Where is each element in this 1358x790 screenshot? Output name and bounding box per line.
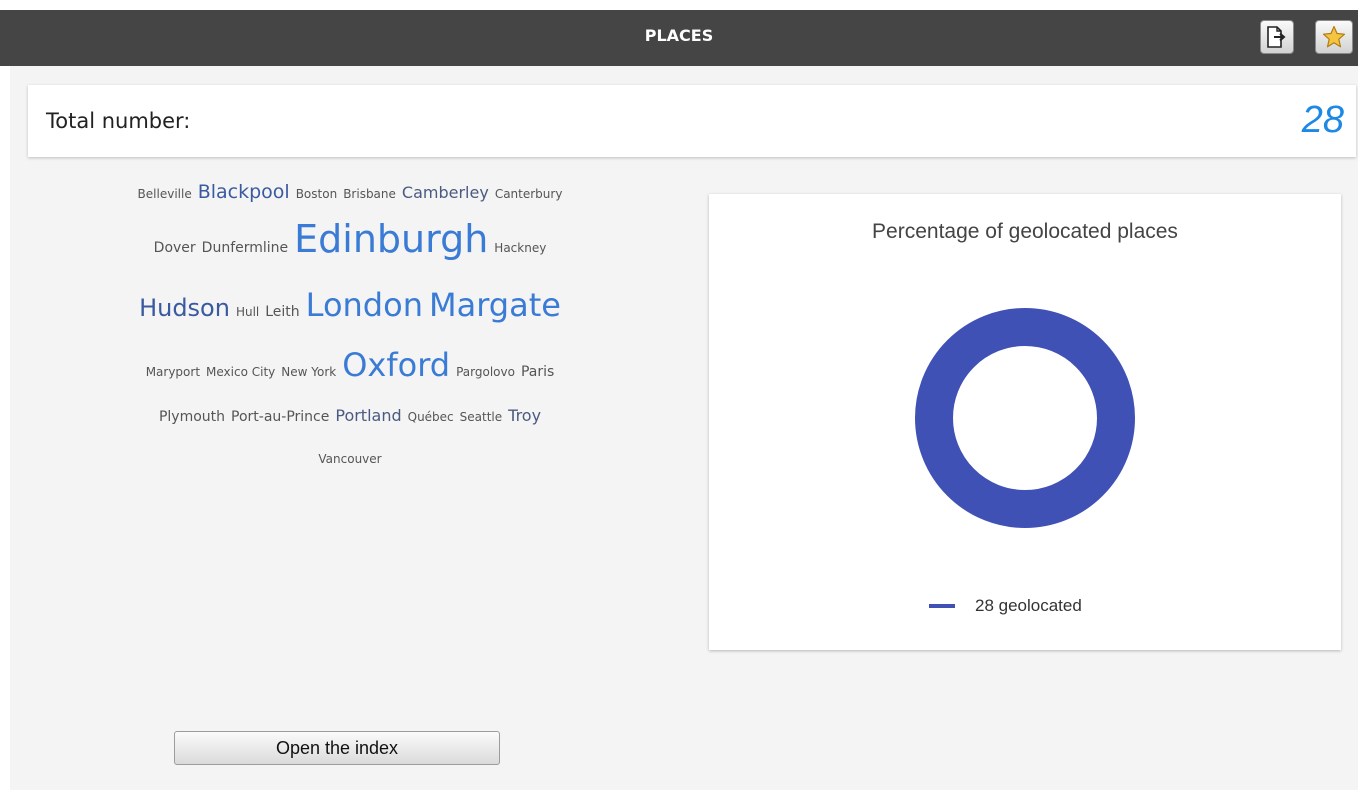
place-tag[interactable]: London [306,272,423,338]
place-tag[interactable]: Leith [265,279,299,345]
place-tag[interactable]: Hudson [139,275,230,341]
place-tag[interactable]: Boston [296,180,337,208]
total-count-bar: Total number: 28 [28,85,1356,157]
word-cloud-row: Dover Dunfermline Edinburgh Hackney [80,206,620,272]
word-cloud-row: Belleville Blackpool Boston Brisbane Camberl… [80,178,620,206]
place-tag[interactable]: Mexico City [206,345,275,399]
place-tag[interactable]: Brisbane [343,180,396,208]
legend-swatch [929,604,955,608]
page-title: PLACES [644,26,714,45]
open-index-button[interactable]: Open the index [174,731,500,765]
place-tag[interactable]: Belleville [138,180,192,208]
geolocation-chart-card: Percentage of geolocated places 28 geolo… [709,194,1341,650]
place-tag[interactable]: Margate [429,272,561,338]
place-tag[interactable]: Edinburgh [294,206,488,272]
place-tag[interactable]: New York [281,345,336,399]
place-tag[interactable]: Canterbury [495,180,563,208]
total-label: Total number: [46,109,191,133]
place-tag[interactable]: Camberley [402,179,489,207]
place-tag[interactable]: Plymouth [159,393,225,441]
place-tag[interactable]: Seattle [460,393,502,441]
place-tag[interactable]: Troy [508,392,541,440]
place-tag[interactable]: Port-au-Prince [231,393,329,441]
place-tag[interactable]: Pargolovo [456,345,515,399]
place-word-cloud: Belleville Blackpool Boston Brisbane Camberl… [80,178,620,476]
place-tag[interactable]: Blackpool [198,178,290,206]
place-tag[interactable]: Vancouver [318,441,381,477]
favorite-button[interactable] [1315,20,1353,54]
title-bar: PLACES [0,10,1358,66]
chart-legend: 28 geolocated [929,596,1082,616]
donut-slice-geolocated [915,308,1135,528]
export-button[interactable] [1260,20,1294,54]
left-edge [0,66,10,790]
donut-chart [915,308,1135,528]
star-icon [1322,25,1346,48]
total-value: 28 [1301,99,1344,141]
place-tag[interactable]: Portland [335,392,401,440]
place-tag[interactable]: Québec [408,393,454,441]
word-cloud-row: Vancouver [80,440,620,476]
word-cloud-row: Maryport Mexico City New York Oxford Pargolo… [80,338,620,392]
word-cloud-row: Plymouth Port-au-Prince Portland Québec Seat… [80,392,620,440]
top-strip [0,0,1358,10]
word-cloud-row: Hudson Hull Leith London Margate [80,272,620,338]
place-tag[interactable]: Maryport [146,345,200,399]
place-tag[interactable]: Oxford [342,338,450,392]
place-tag[interactable]: Paris [521,345,554,399]
export-icon [1267,26,1286,48]
place-tag[interactable]: Hull [236,279,259,345]
main-content: Total number: 28 Belleville Blackpool Bost… [10,66,1358,790]
legend-label: 28 geolocated [975,596,1082,615]
